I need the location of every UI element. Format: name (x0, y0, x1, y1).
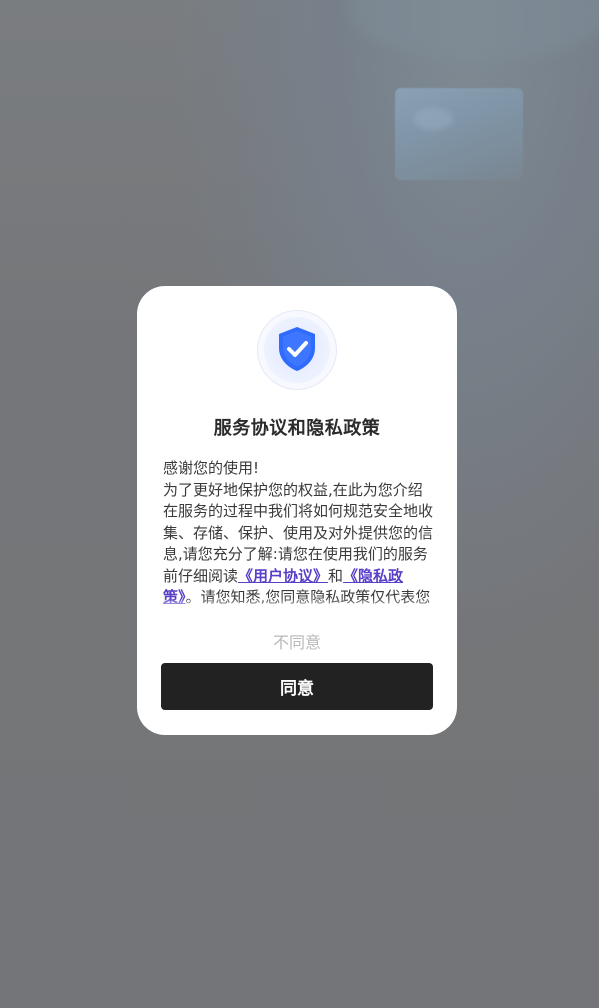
privacy-dialog: 服务协议和隐私政策 感谢您的使用! 为了更好地保护您的权益,在此为您介绍在服务的… (137, 286, 457, 735)
shield-check-icon (279, 327, 315, 371)
shield-icon-badge (257, 310, 337, 390)
user-agreement-link[interactable]: 《用户协议》 (238, 567, 328, 585)
dialog-title: 服务协议和隐私政策 (213, 418, 381, 439)
agreement-paragraph: 为了更好地保护您的权益,在此为您介绍在服务的过程中我们将如何规范安全地收集、存储… (163, 480, 433, 612)
dialog-body-text[interactable]: 感谢您的使用! 为了更好地保护您的权益,在此为您介绍在服务的过程中我们将如何规范… (163, 458, 433, 611)
text-fade-overlay (163, 598, 433, 612)
background-blur-shape (350, 0, 599, 60)
background-image-card (395, 88, 523, 180)
agree-button[interactable]: 同意 (161, 663, 433, 710)
disagree-button[interactable]: 不同意 (137, 629, 457, 653)
greeting-text: 感谢您的使用! (163, 459, 260, 477)
and-text: 和 (328, 566, 344, 585)
